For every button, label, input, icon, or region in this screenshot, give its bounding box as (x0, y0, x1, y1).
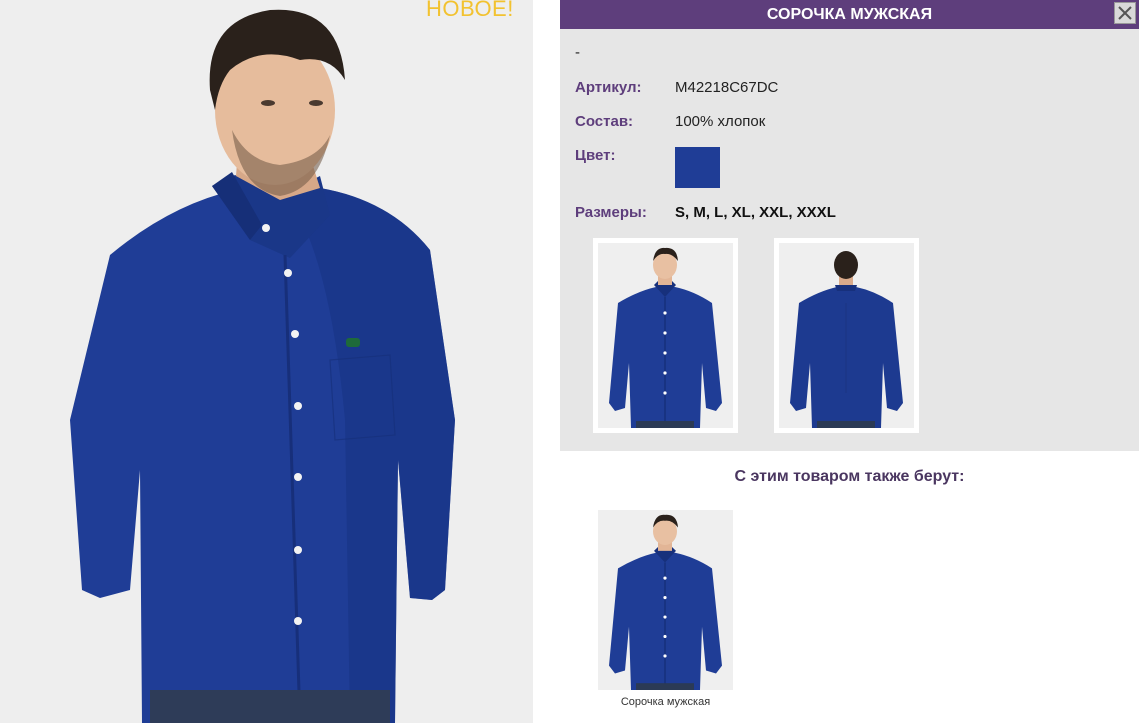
main-product-photo[interactable]: НОВОЕ! (0, 0, 533, 723)
composition-label: Состав: (575, 113, 634, 130)
thumbnail-back-image (779, 243, 914, 428)
composition-value: 100% хлопок (675, 113, 766, 130)
color-label: Цвет: (575, 147, 616, 164)
thumbnail-back[interactable] (774, 238, 919, 433)
product-description: - (575, 44, 580, 61)
modal-title: СОРОЧКА МУЖСКАЯ (560, 0, 1139, 29)
article-value: M42218C67DC (675, 79, 779, 96)
close-button[interactable] (1114, 2, 1136, 24)
article-label: Артикул: (575, 79, 642, 96)
close-icon (1118, 6, 1132, 20)
sizes-value: S, M, L, XL, XXL, XXXL (675, 204, 836, 221)
related-products-title: С этим товаром также берут: (734, 468, 965, 485)
related-product-card[interactable]: Сорочка мужская (598, 510, 733, 708)
model-photo-illustration (0, 0, 533, 723)
thumbnail-front[interactable] (593, 238, 738, 433)
sizes-label: Размеры: (575, 204, 647, 221)
related-product-caption[interactable]: Сорочка мужская (598, 696, 733, 708)
thumbnail-front-image (598, 243, 733, 428)
product-details-panel: СОРОЧКА МУЖСКАЯ - Артикул: M42218C67DC С… (560, 0, 1139, 451)
related-product-image (598, 510, 733, 690)
new-badge: НОВОЕ! (426, 0, 514, 21)
color-swatch[interactable] (675, 147, 720, 188)
